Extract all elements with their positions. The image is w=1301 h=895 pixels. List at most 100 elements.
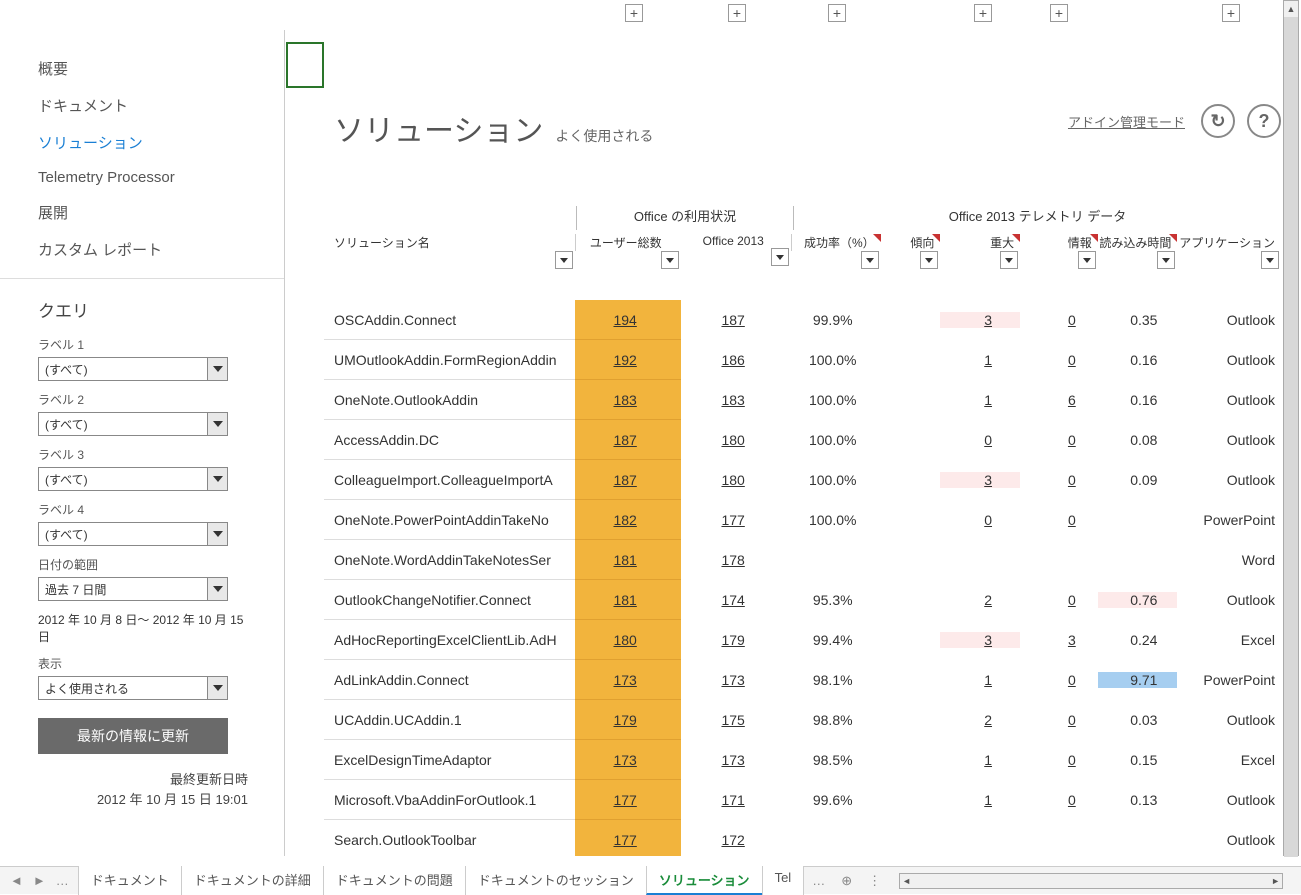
cell-users[interactable]: 177 — [575, 780, 682, 820]
cell-name[interactable]: AdLinkAddin.Connect — [324, 660, 575, 700]
cell-name[interactable]: OutlookChangeNotifier.Connect — [324, 580, 575, 620]
nav-item-2[interactable]: ソリューション — [0, 124, 284, 161]
cell-name[interactable]: ColleagueImport.ColleagueImportA — [324, 460, 575, 500]
add-sheet-icon[interactable]: ⊕ — [833, 873, 860, 889]
cell-name[interactable]: ExcelDesignTimeAdaptor — [324, 740, 575, 780]
cell-users[interactable]: 187 — [575, 460, 682, 500]
cell-selection-box[interactable] — [286, 42, 324, 88]
filter-button[interactable] — [1000, 251, 1018, 269]
cell-info[interactable]: 0 — [1020, 712, 1098, 728]
sheet-tab-0[interactable]: ドキュメント — [78, 866, 182, 895]
cell-info[interactable]: 0 — [1020, 352, 1098, 368]
cell-users[interactable]: 173 — [575, 660, 682, 700]
cell-office[interactable]: 172 — [681, 832, 791, 848]
cell-critical[interactable]: 1 — [940, 352, 1020, 368]
nav-item-0[interactable]: 概要 — [0, 50, 284, 87]
cell-office[interactable]: 186 — [681, 352, 791, 368]
cell-critical[interactable]: 3 — [940, 472, 1020, 488]
scroll-thumb[interactable] — [1284, 17, 1298, 857]
cell-office[interactable]: 180 — [681, 472, 791, 488]
cell-users[interactable]: 180 — [575, 620, 682, 660]
filter-button[interactable] — [771, 248, 789, 266]
cell-office[interactable]: 183 — [681, 392, 791, 408]
cell-critical[interactable]: 0 — [940, 432, 1020, 448]
cell-office[interactable]: 187 — [681, 312, 791, 328]
cell-critical[interactable]: 2 — [940, 712, 1020, 728]
cell-info[interactable]: 0 — [1020, 432, 1098, 448]
scroll-right-icon[interactable]: ► — [1271, 876, 1280, 886]
filter-button[interactable] — [555, 251, 573, 269]
column-expand-button[interactable]: + — [1050, 4, 1068, 22]
cell-users[interactable]: 183 — [575, 380, 682, 420]
filter-button[interactable] — [661, 251, 679, 269]
cell-critical[interactable]: 3 — [940, 312, 1020, 328]
cell-name[interactable]: AdHocReportingExcelClientLib.AdH — [324, 620, 575, 660]
sheet-tab-1[interactable]: ドキュメントの詳細 — [181, 866, 324, 895]
cell-name[interactable]: OneNote.OutlookAddin — [324, 380, 575, 420]
cell-name[interactable]: UCAddin.UCAddin.1 — [324, 700, 575, 740]
cell-critical[interactable]: 1 — [940, 752, 1020, 768]
cell-office[interactable]: 173 — [681, 752, 791, 768]
comment-flag-icon[interactable] — [873, 234, 881, 242]
cell-office[interactable]: 174 — [681, 592, 791, 608]
comment-flag-icon[interactable] — [932, 234, 940, 242]
cell-office[interactable]: 180 — [681, 432, 791, 448]
filter-button[interactable] — [920, 251, 938, 269]
filter-button[interactable] — [1157, 251, 1175, 269]
sheet-tab-2[interactable]: ドキュメントの問題 — [323, 866, 466, 895]
nav-item-1[interactable]: ドキュメント — [0, 87, 284, 124]
cell-name[interactable]: OneNote.WordAddinTakeNotesSer — [324, 540, 575, 580]
nav-item-4[interactable]: 展開 — [0, 194, 284, 231]
scroll-up-icon[interactable]: ▲ — [1284, 1, 1298, 17]
column-expand-button[interactable]: + — [828, 4, 846, 22]
cell-office[interactable]: 175 — [681, 712, 791, 728]
column-expand-button[interactable]: + — [974, 4, 992, 22]
cell-info[interactable]: 0 — [1020, 472, 1098, 488]
nav-item-3[interactable]: Telemetry Processor — [0, 161, 284, 194]
cell-office[interactable]: 171 — [681, 792, 791, 808]
cell-critical[interactable]: 1 — [940, 672, 1020, 688]
cell-name[interactable]: AccessAddin.DC — [324, 420, 575, 460]
column-expand-button[interactable]: + — [728, 4, 746, 22]
sheet-tab-3[interactable]: ドキュメントのセッション — [465, 866, 647, 895]
cell-name[interactable]: Search.OutlookToolbar — [324, 820, 575, 856]
column-expand-button[interactable]: + — [625, 4, 643, 22]
view-select[interactable]: よく使用される — [38, 676, 228, 700]
cell-info[interactable]: 0 — [1020, 672, 1098, 688]
filter-button[interactable] — [861, 251, 879, 269]
cell-info[interactable]: 0 — [1020, 512, 1098, 528]
tab-nav-prev-icon[interactable]: ◄ — [10, 873, 23, 888]
cell-users[interactable]: 173 — [575, 740, 682, 780]
filter-select-3[interactable]: (すべて) — [38, 522, 228, 546]
cell-users[interactable]: 179 — [575, 700, 682, 740]
tab-nav-ellipsis[interactable]: … — [56, 873, 69, 888]
cell-users[interactable]: 181 — [575, 540, 682, 580]
tab-nav-next-icon[interactable]: ► — [33, 873, 46, 888]
filter-select-1[interactable]: (すべて) — [38, 412, 228, 436]
horizontal-scrollbar[interactable]: ◄► — [899, 873, 1283, 889]
cell-critical[interactable]: 1 — [940, 392, 1020, 408]
cell-info[interactable]: 0 — [1020, 592, 1098, 608]
cell-name[interactable]: UMOutlookAddin.FormRegionAddin — [324, 340, 575, 380]
update-button[interactable]: 最新の情報に更新 — [38, 718, 228, 754]
cell-office[interactable]: 178 — [681, 552, 791, 568]
cell-critical[interactable]: 0 — [940, 512, 1020, 528]
refresh-icon[interactable]: ↻ — [1201, 104, 1235, 138]
comment-flag-icon[interactable] — [1090, 234, 1098, 242]
help-icon[interactable]: ? — [1247, 104, 1281, 138]
cell-name[interactable]: OneNote.PowerPointAddinTakeNo — [324, 500, 575, 540]
sheet-tab-4[interactable]: ソリューション — [646, 866, 763, 895]
cell-office[interactable]: 177 — [681, 512, 791, 528]
comment-flag-icon[interactable] — [1169, 234, 1177, 242]
addin-management-mode-link[interactable]: アドイン管理モード — [1068, 112, 1185, 131]
cell-critical[interactable]: 3 — [940, 632, 1020, 648]
sheet-tab-5[interactable]: Tel — [762, 866, 805, 895]
filter-select-2[interactable]: (すべて) — [38, 467, 228, 491]
cell-info[interactable]: 3 — [1020, 632, 1098, 648]
column-expand-button[interactable]: + — [1222, 4, 1240, 22]
vertical-scrollbar[interactable]: ▲ — [1283, 0, 1299, 856]
cell-info[interactable]: 0 — [1020, 792, 1098, 808]
cell-users[interactable]: 182 — [575, 500, 682, 540]
scroll-left-icon[interactable]: ◄ — [902, 876, 911, 886]
cell-office[interactable]: 179 — [681, 632, 791, 648]
